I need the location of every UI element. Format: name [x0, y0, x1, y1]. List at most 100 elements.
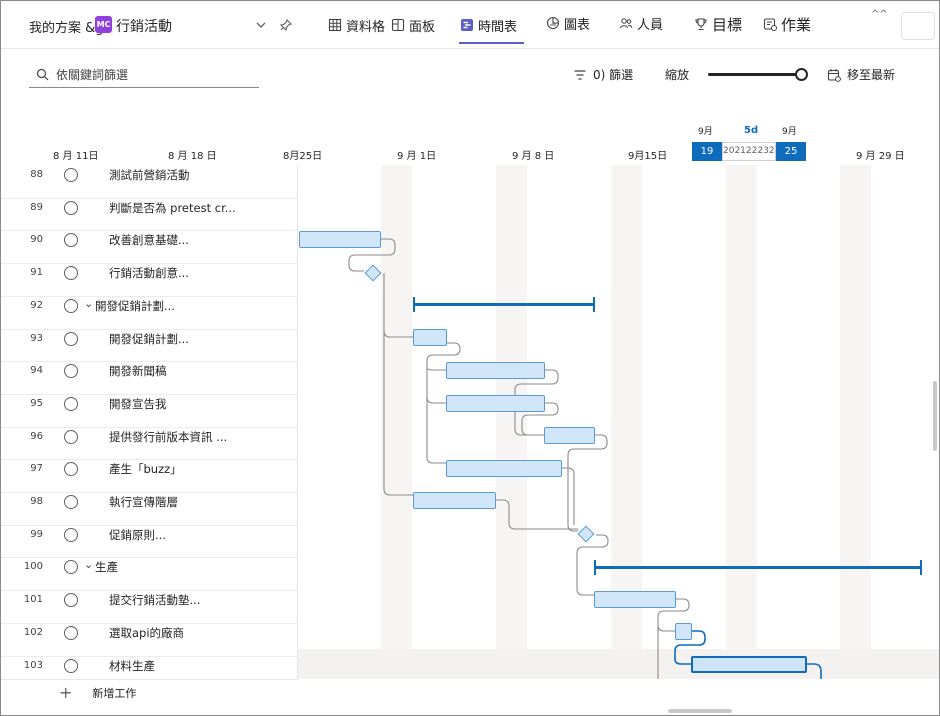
tab-board[interactable]: 面板 — [391, 15, 435, 35]
selection-start-day[interactable]: 19 — [692, 142, 722, 161]
task-name[interactable]: 改善創意基礎... — [109, 232, 189, 248]
row-number: 93 — [30, 333, 43, 344]
weekend-shade — [496, 165, 527, 679]
chevron-down-icon[interactable] — [254, 18, 268, 32]
complete-task-checkbox[interactable] — [64, 462, 78, 476]
complete-task-checkbox[interactable] — [64, 626, 78, 640]
complete-task-checkbox[interactable] — [64, 332, 78, 346]
grid-icon — [328, 18, 342, 32]
task-bar[interactable] — [544, 427, 595, 444]
chart-icon — [546, 16, 560, 30]
task-bar[interactable] — [446, 460, 562, 477]
search-input[interactable]: 依關鍵詞篩選 — [29, 61, 259, 88]
row-number: 91 — [30, 267, 43, 278]
tab-grid[interactable]: 資料格 — [328, 15, 385, 35]
more-indicator[interactable]: ^^ — [871, 9, 888, 20]
task-name[interactable]: 執行宣傳階層 — [109, 494, 178, 510]
complete-task-checkbox[interactable] — [64, 299, 78, 313]
row-divider — [1, 394, 298, 395]
pin-icon[interactable] — [279, 18, 293, 32]
selection-duration: 5d — [744, 125, 759, 136]
complete-task-checkbox[interactable] — [64, 168, 78, 182]
plan-name[interactable]: 行銷活動 — [116, 16, 172, 36]
row-divider — [1, 198, 298, 199]
task-name[interactable]: 促銷原則... — [109, 527, 166, 543]
task-bar[interactable] — [413, 492, 496, 509]
task-bar[interactable] — [446, 362, 545, 379]
active-tab-indicator — [459, 42, 524, 44]
complete-task-checkbox[interactable] — [64, 495, 78, 509]
complete-task-checkbox[interactable] — [64, 528, 78, 542]
row-number: 90 — [30, 234, 43, 245]
task-bar[interactable] — [675, 623, 692, 640]
tab-people[interactable]: 人員 — [619, 13, 663, 33]
tab-goals[interactable]: 目標 — [694, 14, 742, 34]
complete-task-checkbox[interactable] — [64, 233, 78, 247]
header-action-box[interactable] — [901, 12, 935, 40]
jump-to-latest-button[interactable]: 移至最新 — [827, 66, 895, 83]
task-name[interactable]: 開發宣告我 — [109, 396, 167, 412]
weekend-shade — [840, 165, 871, 679]
task-bar-selected[interactable] — [691, 656, 807, 673]
zoom-slider-track[interactable] — [708, 73, 802, 76]
task-name[interactable]: 開發新聞稿 — [109, 363, 167, 379]
task-name[interactable]: 行銷活動創意... — [109, 265, 189, 281]
tab-timeline-label: 時間表 — [478, 19, 518, 35]
group-task-name[interactable]: 開發促銷計劃... — [95, 298, 175, 314]
selection-end-day[interactable]: 25 — [776, 142, 806, 161]
horizontal-scrollbar[interactable] — [668, 709, 732, 713]
complete-task-checkbox[interactable] — [64, 560, 78, 574]
row-divider — [1, 492, 298, 493]
group-task-name[interactable]: 生產 — [95, 559, 118, 575]
complete-task-checkbox[interactable] — [64, 430, 78, 444]
plan-breadcrumb[interactable]: 我的方案 &g — [29, 17, 104, 36]
task-bar[interactable] — [299, 231, 381, 248]
task-name[interactable]: 判斷是否為 pretest cr... — [109, 200, 236, 216]
zoom-slider-thumb[interactable] — [795, 68, 808, 81]
milestone-diamond[interactable] — [364, 264, 382, 282]
selection-end-month: 9月 — [782, 127, 797, 137]
filter-button[interactable]: 0) 篩選 — [573, 66, 633, 83]
summary-bar[interactable] — [413, 297, 595, 312]
vertical-scrollbar[interactable] — [933, 381, 937, 451]
complete-task-checkbox[interactable] — [64, 659, 78, 673]
row-number: 88 — [30, 169, 43, 180]
complete-task-checkbox[interactable] — [64, 266, 78, 280]
task-bar[interactable] — [413, 329, 447, 346]
app-header: 我的方案 &g MC 行銷活動 資料格 面板 時間表 圖表 人員 目標 作業 ^… — [1, 1, 939, 49]
tab-charts[interactable]: 圖表 — [546, 13, 590, 33]
group-collapse-icon[interactable]: ⌄ — [84, 558, 93, 571]
row-number: 99 — [30, 529, 43, 540]
trophy-icon — [695, 18, 707, 31]
row-divider — [1, 296, 298, 297]
timeline-date: 9 月 1日 — [397, 151, 437, 162]
row-number: 98 — [30, 496, 43, 507]
task-name[interactable]: 開發促銷計劃... — [109, 331, 189, 347]
task-name[interactable]: 提供發行前版本資訊 ... — [109, 429, 227, 445]
tab-tasks[interactable]: 作業 — [763, 14, 811, 34]
tab-timeline[interactable]: 時間表 — [460, 15, 517, 35]
timeline-date: 9月15日 — [628, 151, 668, 162]
task-name[interactable]: 提交行銷活動墊... — [109, 592, 200, 608]
summary-bar[interactable] — [594, 560, 922, 575]
row-number: 102 — [23, 627, 43, 638]
complete-task-checkbox[interactable] — [64, 364, 78, 378]
timeline-grid: 88 測試前營銷活動 89 判斷是否為 pretest cr... 90 改善創意基礎..… — [1, 165, 939, 679]
add-task-button[interactable]: + 新增工作 — [59, 683, 136, 702]
task-bar[interactable] — [446, 395, 545, 412]
group-collapse-icon[interactable]: ⌄ — [84, 297, 93, 310]
complete-task-checkbox[interactable] — [64, 201, 78, 215]
app-window: 我的方案 &g MC 行銷活動 資料格 面板 時間表 圖表 人員 目標 作業 ^… — [0, 0, 940, 716]
task-name[interactable]: 測試前營銷活動 — [109, 167, 190, 183]
complete-task-checkbox[interactable] — [64, 397, 78, 411]
tab-tasks-label: 作業 — [781, 15, 812, 34]
filter-icon — [574, 69, 586, 80]
complete-task-checkbox[interactable] — [64, 593, 78, 607]
task-name[interactable]: 選取api的廠商 — [109, 625, 184, 641]
task-name[interactable]: 產生「buzz」 — [109, 461, 182, 477]
filter-label: 0) 篩選 — [593, 68, 634, 82]
task-bar[interactable] — [594, 591, 676, 608]
task-name[interactable]: 材料生產 — [109, 658, 155, 674]
milestone-diamond[interactable] — [577, 525, 595, 543]
timeline-date: 9 月 29 日 — [856, 151, 905, 162]
